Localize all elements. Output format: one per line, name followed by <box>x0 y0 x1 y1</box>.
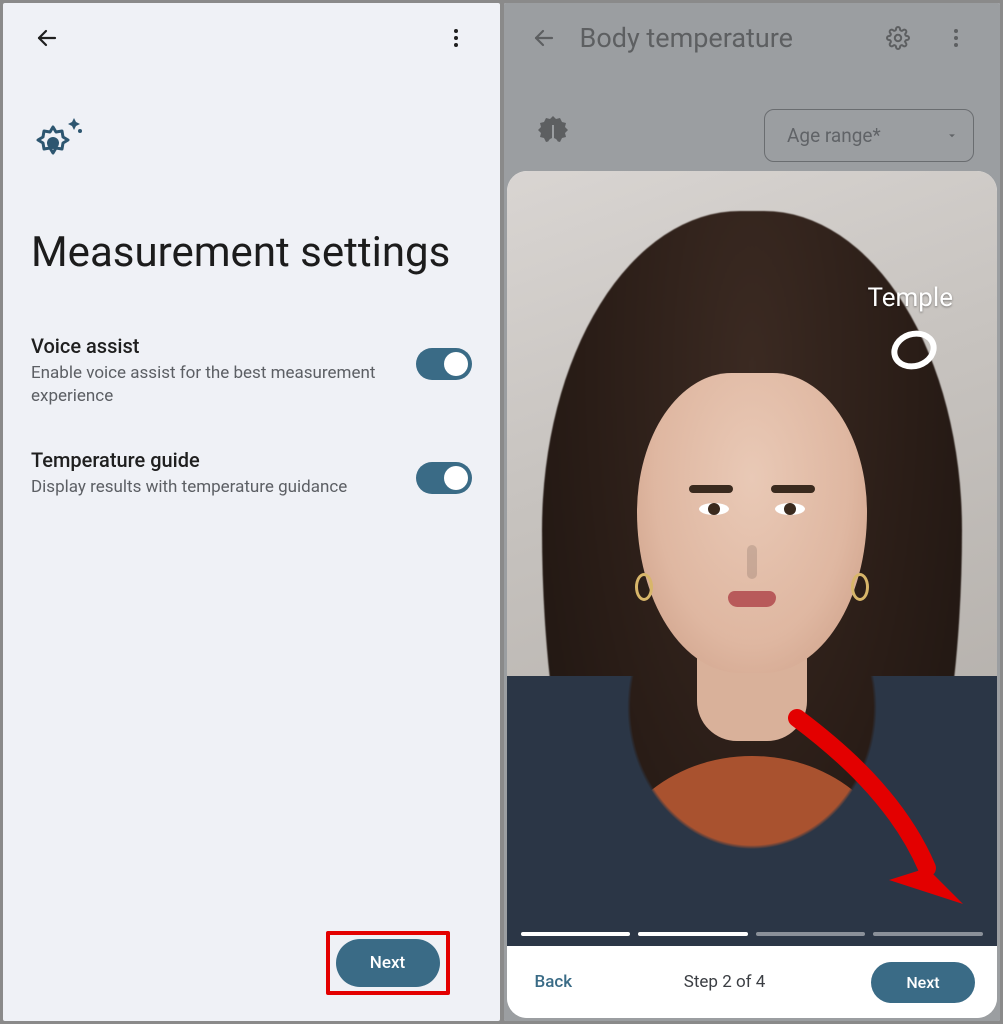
back-button[interactable]: Back <box>529 962 579 1002</box>
toggle-switch[interactable] <box>416 348 472 380</box>
setting-title: Voice assist <box>31 334 398 358</box>
annotation-highlight: Next <box>326 931 450 995</box>
page-title: Measurement settings <box>31 227 472 278</box>
tutorial-sheet: Temple Back Step 2 of 4 Next <box>507 171 998 1018</box>
progress-seg <box>638 932 748 936</box>
progress-seg <box>873 932 983 936</box>
setting-desc: Enable voice assist for the best measure… <box>31 362 398 408</box>
content: Measurement settings Voice assist Enable… <box>3 73 500 1021</box>
next-button[interactable]: Next <box>871 962 975 1003</box>
back-icon[interactable] <box>25 16 69 60</box>
progress-seg <box>756 932 866 936</box>
bottom-bar: Next <box>31 931 472 1021</box>
setting-desc: Display results with temperature guidanc… <box>31 476 398 499</box>
progress-indicator <box>521 932 984 936</box>
settings-sparkle-icon <box>31 115 472 171</box>
setting-title: Temperature guide <box>31 448 398 472</box>
tutorial-image: Temple <box>507 171 998 946</box>
appbar <box>3 3 500 73</box>
setting-temperature-guide[interactable]: Temperature guide Display results with t… <box>31 448 472 499</box>
step-counter: Step 2 of 4 <box>684 972 766 992</box>
toggle-switch[interactable] <box>416 462 472 494</box>
setting-voice-assist[interactable]: Voice assist Enable voice assist for the… <box>31 334 472 408</box>
next-button[interactable]: Next <box>336 939 440 987</box>
screen-body-temperature: Body temperature Age range* <box>504 3 1001 1021</box>
screen-measurement-settings: Measurement settings Voice assist Enable… <box>3 3 500 1021</box>
temple-label: Temple <box>867 283 953 313</box>
sheet-footer: Back Step 2 of 4 Next <box>507 946 998 1018</box>
more-vert-icon[interactable] <box>434 16 478 60</box>
progress-seg <box>521 932 631 936</box>
